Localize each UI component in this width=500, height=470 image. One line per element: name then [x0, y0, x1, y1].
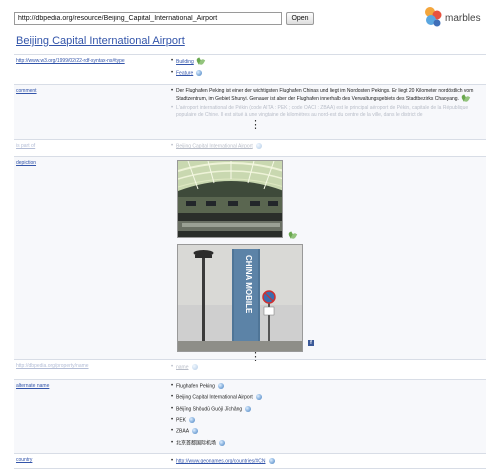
leaf-icon [289, 232, 296, 239]
marbles-logo-icon [425, 7, 442, 27]
value-text: ZBAA [176, 428, 190, 435]
facebook-icon: f [308, 340, 314, 346]
value-text: Beijing Capital International Airport [176, 394, 253, 401]
prop-alternate-name[interactable]: alternate name [16, 383, 49, 389]
marbles-logo: marbles [424, 6, 494, 28]
values-type: Building Feature [171, 58, 486, 82]
globe-icon [219, 439, 226, 446]
more-vertical-icon[interactable]: ⋮ [250, 120, 261, 131]
globe-icon [191, 364, 198, 370]
globe-icon [268, 458, 275, 464]
list-item: Beijing Capital International Airport [171, 394, 486, 402]
row-country: country http://www.geonames.org/countrie… [14, 453, 486, 469]
globe-icon [245, 405, 252, 412]
comment-fr-text: L'aéroport international de Pékin (code … [176, 104, 469, 118]
top-bar: Open marbles [0, 0, 500, 30]
values-country: http://www.geonames.org/countries/#CN [171, 458, 486, 470]
comment-fr: L'aéroport international de Pékin (code … [171, 105, 486, 119]
comment-de-text: Der Flughafen Peking ist einer der wicht… [176, 88, 474, 102]
prop-comment[interactable]: comment [16, 88, 37, 94]
value-link[interactable]: Building [176, 59, 194, 65]
value-link[interactable]: Beijing Capital International Airport [176, 143, 253, 149]
list-item: http://www.geonames.org/countries/#CN [171, 458, 486, 465]
leaf-icon [462, 95, 469, 102]
row-is-part-of: is part of Beijing Capital International… [14, 139, 486, 156]
globe-icon [192, 428, 199, 435]
terminal-photo-image [178, 161, 282, 237]
prop-is-part-of[interactable]: is part of [16, 143, 35, 149]
list-item: name [171, 364, 486, 371]
tower-photo[interactable]: CHINA MOBILE [177, 244, 303, 352]
list-item: Beijing Capital International Airport [171, 143, 486, 150]
value-link[interactable]: name [176, 364, 189, 370]
values-comment: Der Flughafen Peking ist einer der wicht… [171, 88, 486, 124]
values-name: name [171, 364, 486, 376]
list-item: PEK [171, 416, 486, 424]
tower-photo-image: CHINA MOBILE [178, 245, 302, 351]
page-title[interactable]: Beijing Capital International Airport [16, 35, 185, 47]
list-item: 北京首都国际机场 [171, 439, 486, 447]
comment-de: Der Flughafen Peking ist einer der wicht… [171, 88, 486, 103]
globe-icon [189, 416, 196, 423]
url-input[interactable] [14, 12, 282, 25]
prop-depiction[interactable]: depiction [16, 160, 36, 166]
open-button[interactable]: Open [286, 12, 314, 25]
value-text: Běijīng Shǒudū Guójì Jīchǎng [176, 405, 243, 412]
list-item: ZBAA [171, 428, 486, 436]
globe-icon [217, 383, 224, 389]
value-link[interactable]: http://www.geonames.org/countries/#CN [176, 458, 266, 464]
leaf-icon [197, 58, 204, 65]
row-depiction: depiction CHINA MOBILE f ⋮ [14, 156, 486, 363]
prop-type[interactable]: http://www.w3.org/1999/02/22-rdf-syntax-… [16, 58, 125, 64]
value-text: PEK [176, 417, 187, 424]
globe-icon [196, 69, 203, 76]
values-alternate-name: Flughafen Peking Beijing Capital Interna… [171, 383, 486, 452]
sign-text: CHINA MOBILE [244, 255, 253, 314]
prop-name[interactable]: http://dbpedia.org/property/name [16, 363, 89, 369]
terminal-photo[interactable] [177, 160, 283, 238]
value-text: Flughafen Peking [176, 383, 215, 390]
row-name: http://dbpedia.org/property/name name [14, 359, 486, 379]
list-item: Běijīng Shǒudū Guójì Jīchǎng [171, 405, 486, 413]
globe-icon [255, 143, 262, 149]
property-table: http://www.w3.org/1999/02/22-rdf-syntax-… [14, 54, 486, 469]
prop-country[interactable]: country [16, 457, 32, 463]
list-item: Flughafen Peking [171, 383, 486, 390]
globe-icon [255, 394, 262, 401]
logo-text: marbles [445, 13, 481, 24]
row-type: http://www.w3.org/1999/02/22-rdf-syntax-… [14, 54, 486, 84]
row-comment: comment Der Flughafen Peking ist einer d… [14, 84, 486, 139]
list-item: Building [171, 58, 486, 66]
value-link[interactable]: Feature [176, 70, 193, 76]
list-item: Feature [171, 69, 486, 77]
row-alternate-name: alternate name Flughafen Peking Beijing … [14, 379, 486, 453]
value-text: 北京首都国际机场 [176, 439, 217, 446]
values-is-part-of: Beijing Capital International Airport [171, 143, 486, 155]
